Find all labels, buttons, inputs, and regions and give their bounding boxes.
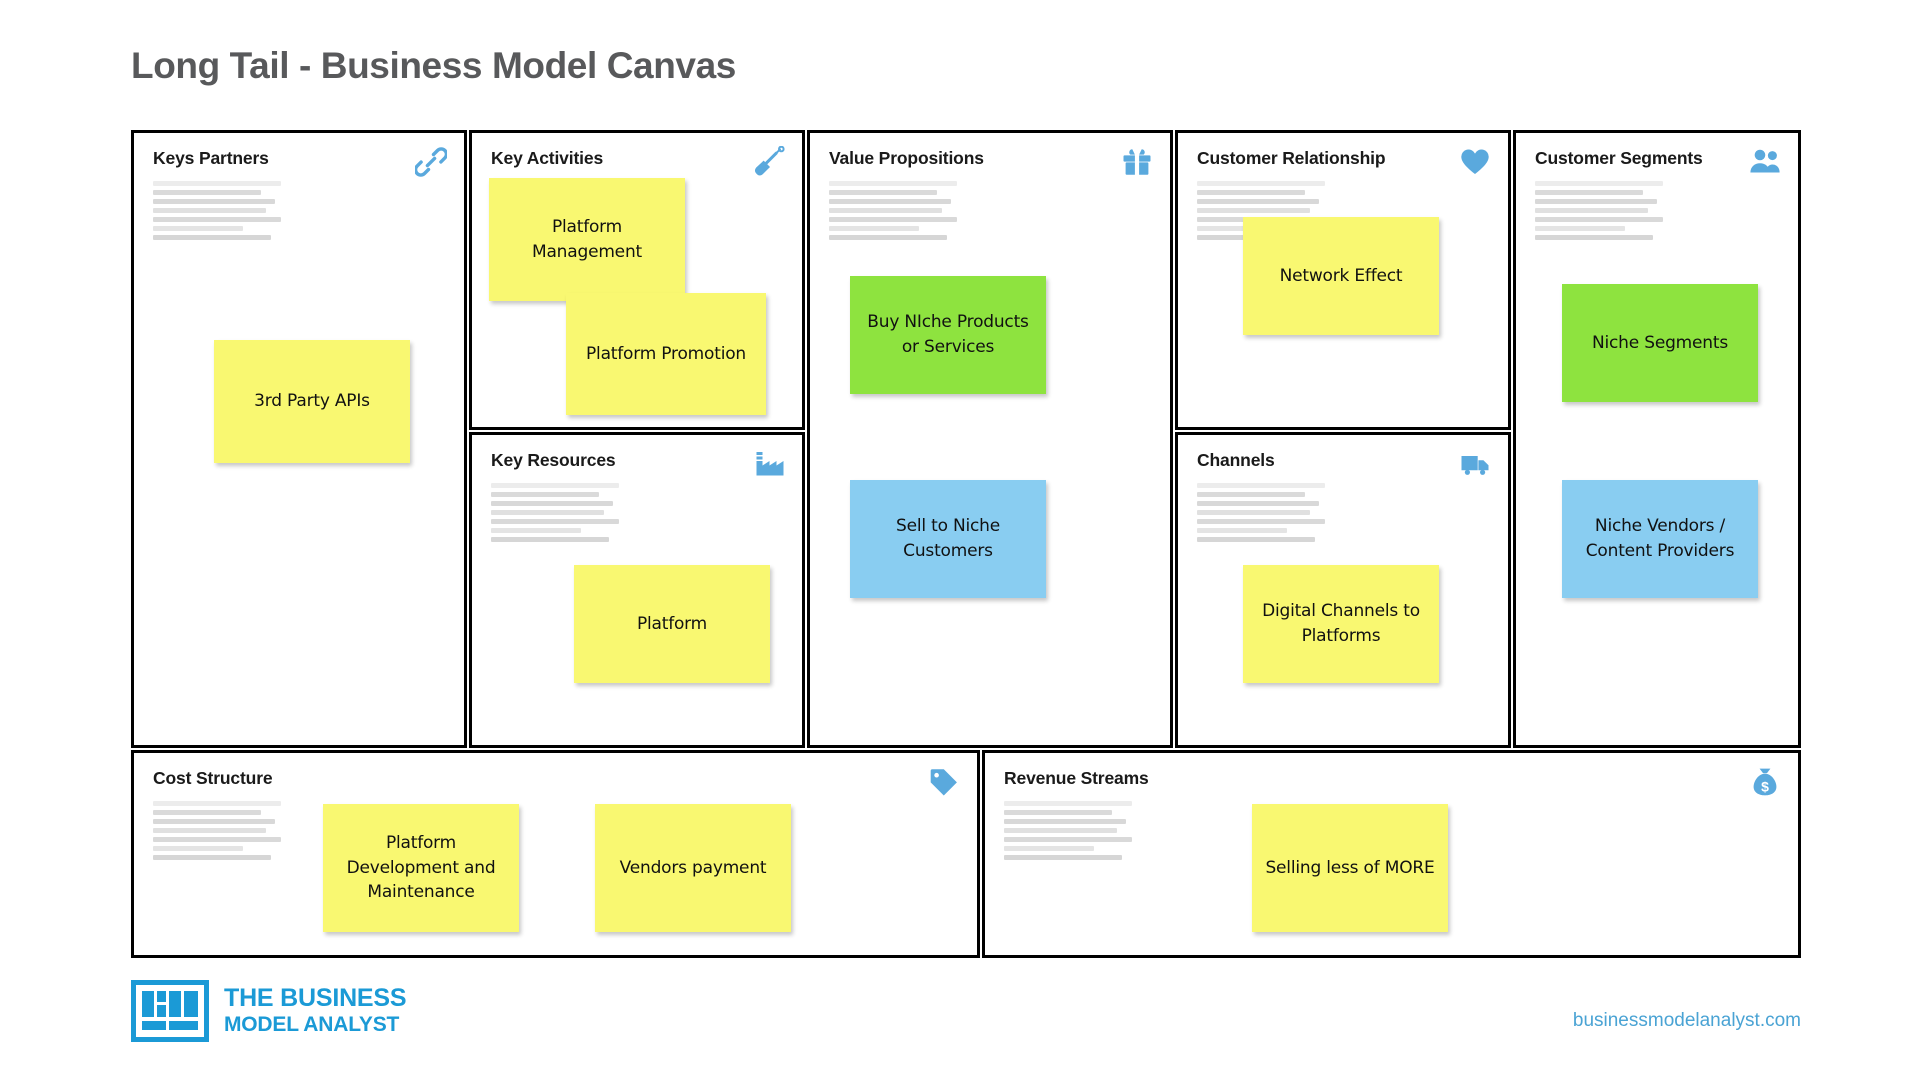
- page-title: Long Tail - Business Model Canvas: [131, 45, 736, 86]
- heart-icon: [1458, 145, 1492, 179]
- sticky-note-text: 3rd Party APIs: [254, 391, 370, 412]
- block-customer-segments[interactable]: Customer Segments Niche Segments Niche V…: [1513, 130, 1801, 748]
- footer-logo[interactable]: THE BUSINESS MODEL ANALYST: [131, 980, 407, 1042]
- chain-link-icon: [414, 145, 448, 179]
- placeholder-lines: [829, 181, 957, 244]
- block-cost-structure[interactable]: Cost Structure Platform Development and …: [131, 750, 980, 958]
- placeholder-lines: [1004, 801, 1132, 864]
- placeholder-lines: [153, 181, 281, 244]
- sticky-note[interactable]: Digital Channels to Platforms: [1243, 565, 1439, 683]
- sticky-note-text: Platform Promotion: [586, 343, 746, 364]
- sticky-note-text: Sell to Niche Customers: [896, 516, 1000, 561]
- sticky-note[interactable]: Platform Management: [489, 178, 685, 301]
- sticky-note[interactable]: Network Effect: [1243, 217, 1439, 335]
- placeholder-lines: [1197, 483, 1325, 546]
- block-revenue-streams[interactable]: Revenue Streams $ Selling less of MORE: [982, 750, 1801, 958]
- sticky-note-text: Vendors payment: [619, 857, 767, 878]
- sticky-note-text: Platform Development and Maintenance: [346, 833, 496, 903]
- sticky-note-text: Buy NIche Products or Services: [867, 312, 1029, 357]
- sticky-note[interactable]: Sell to Niche Customers: [850, 480, 1046, 598]
- placeholder-lines: [491, 483, 619, 546]
- sticky-note[interactable]: Selling less of MORE: [1252, 804, 1448, 932]
- block-customer-relationship[interactable]: Customer Relationship Network Effect: [1175, 130, 1511, 430]
- gift-icon: [1120, 145, 1154, 179]
- factory-icon: [752, 447, 786, 481]
- placeholder-lines: [153, 801, 281, 864]
- block-title: Keys Partners: [153, 148, 269, 168]
- logo-line-1: THE BUSINESS: [224, 984, 407, 1012]
- block-title: Customer Relationship: [1197, 148, 1386, 168]
- sticky-note-text: Selling less of MORE: [1265, 857, 1435, 878]
- truck-icon: [1458, 447, 1492, 481]
- sticky-note[interactable]: Platform: [574, 565, 770, 683]
- block-title: Revenue Streams: [1004, 768, 1149, 788]
- block-title: Customer Segments: [1535, 148, 1703, 168]
- block-value-propositions[interactable]: Value Propositions Buy NIche Products or…: [807, 130, 1173, 748]
- block-key-resources[interactable]: Key Resources Platform: [469, 432, 805, 748]
- money-bag-icon: $: [1748, 765, 1782, 799]
- sticky-note-text: Niche Vendors / Content Providers: [1585, 516, 1735, 561]
- block-title: Value Propositions: [829, 148, 984, 168]
- sticky-note[interactable]: Vendors payment: [595, 804, 791, 932]
- website-url-link[interactable]: businessmodelanalyst.com: [1573, 1010, 1801, 1032]
- shovel-icon: [752, 145, 786, 179]
- sticky-note-text: Niche Segments: [1592, 332, 1728, 353]
- sticky-note-text: Network Effect: [1279, 265, 1403, 286]
- price-tag-icon: [927, 765, 961, 799]
- logo-text: THE BUSINESS MODEL ANALYST: [224, 984, 407, 1037]
- sticky-note[interactable]: 3rd Party APIs: [214, 340, 410, 463]
- sticky-note-text: Platform: [636, 613, 708, 634]
- block-title: Cost Structure: [153, 768, 273, 788]
- canvas-grid-logo-icon: [131, 980, 209, 1042]
- block-title: Key Activities: [491, 148, 604, 168]
- block-title: Key Resources: [491, 450, 616, 470]
- sticky-note[interactable]: Buy NIche Products or Services: [850, 276, 1046, 394]
- sticky-note[interactable]: Platform Promotion: [566, 293, 766, 415]
- block-key-partners[interactable]: Keys Partners 3rd Party APIs: [131, 130, 467, 748]
- sticky-note-text: Platform Management: [532, 216, 642, 262]
- users-icon: [1748, 145, 1782, 179]
- sticky-note[interactable]: Platform Development and Maintenance: [323, 804, 519, 932]
- sticky-note-text: Digital Channels to Platforms: [1262, 601, 1420, 646]
- block-channels[interactable]: Channels Digital Channels to Platforms: [1175, 432, 1511, 748]
- placeholder-lines: [1535, 181, 1663, 244]
- business-model-canvas: Keys Partners 3rd Party APIs Key Activit…: [131, 130, 1801, 958]
- svg-text:$: $: [1761, 778, 1769, 794]
- sticky-note[interactable]: Niche Vendors / Content Providers: [1562, 480, 1758, 598]
- block-title: Channels: [1197, 450, 1275, 470]
- sticky-note[interactable]: Niche Segments: [1562, 284, 1758, 402]
- logo-line-2: MODEL ANALYST: [224, 1013, 400, 1036]
